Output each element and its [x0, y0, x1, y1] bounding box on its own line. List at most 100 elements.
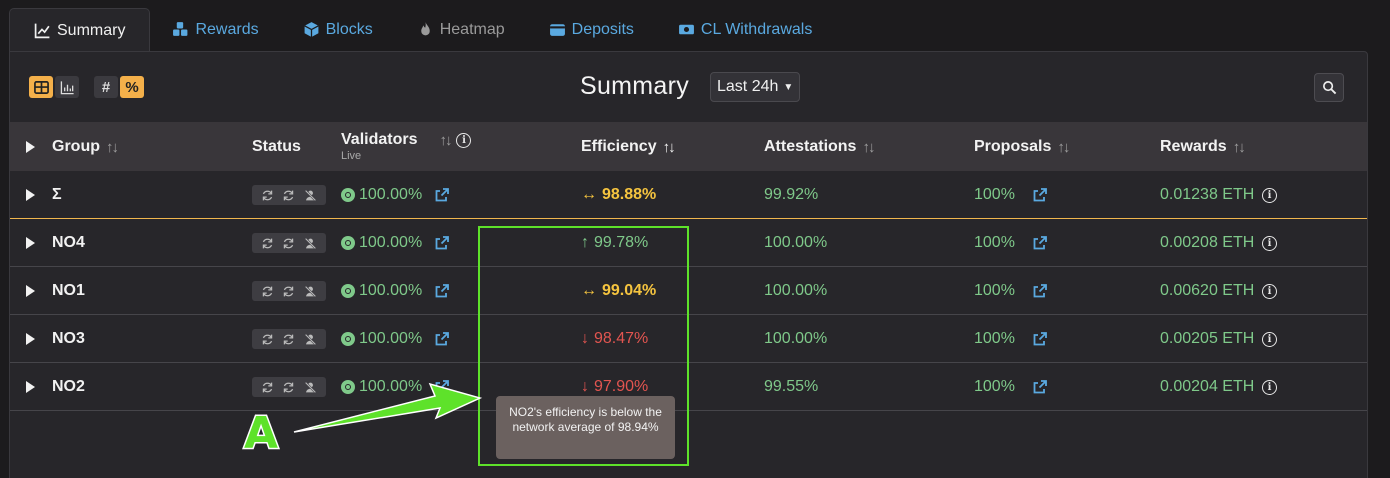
row-expand-toggle[interactable]: [26, 363, 36, 411]
chart-view-button[interactable]: [55, 76, 79, 98]
info-icon: i: [1262, 283, 1277, 299]
tab-cl-withdrawals[interactable]: CL Withdrawals: [656, 8, 834, 51]
status-badge: [252, 219, 326, 267]
rewards-info[interactable]: i: [1262, 363, 1277, 411]
column-attestations[interactable]: Attestations ↑↓: [764, 138, 875, 156]
validators-external-link[interactable]: [434, 267, 450, 315]
table-view-button[interactable]: [29, 76, 53, 98]
row-expand-toggle[interactable]: [26, 171, 36, 219]
group-name: NO4: [52, 234, 85, 251]
sort-icon: ↑↓: [439, 131, 452, 149]
proposals-external-link[interactable]: [1032, 171, 1048, 219]
proposals-value: 100%: [974, 330, 1015, 347]
efficiency-value[interactable]: ↔ 98.88%: [581, 171, 656, 219]
validators-external-link[interactable]: [434, 171, 450, 219]
proposals-external-link[interactable]: [1032, 267, 1048, 315]
efficiency-text: 98.88%: [602, 186, 657, 203]
validators-value: 100.00%: [359, 234, 423, 251]
column-rewards-label: Rewards: [1160, 138, 1227, 155]
sort-icon: ↑↓: [862, 138, 875, 156]
column-proposals[interactable]: Proposals ↑↓: [974, 138, 1070, 156]
external-link-icon: [1033, 332, 1047, 346]
info-icon: i: [1262, 379, 1277, 395]
sync-icon: [262, 238, 273, 248]
wallet-icon: [549, 24, 565, 36]
tab-heatmap[interactable]: Heatmap: [395, 8, 527, 51]
cube-icon: [303, 22, 319, 37]
rewards-info[interactable]: i: [1262, 171, 1277, 219]
validators-online: 100.00%: [341, 267, 422, 315]
validators-external-link[interactable]: [434, 315, 450, 363]
validators-online: 100.00%: [341, 171, 422, 219]
rewards-info[interactable]: i: [1262, 219, 1277, 267]
money-bill-icon: [678, 24, 694, 35]
rewards-value: 0.00208 ETH: [1160, 234, 1255, 251]
sync-icon: [284, 286, 294, 296]
rewards-info[interactable]: i: [1262, 267, 1277, 315]
column-attestations-label: Attestations: [764, 138, 857, 155]
validators-external-link[interactable]: [434, 219, 450, 267]
view-toggle: [29, 76, 79, 98]
row-expand-toggle[interactable]: [26, 219, 36, 267]
proposals-external-link[interactable]: [1032, 219, 1048, 267]
column-proposals-label: Proposals: [974, 138, 1052, 155]
sort-icon: ↑↓: [1232, 138, 1246, 156]
sync-icon: [262, 382, 273, 392]
validators-online: 100.00%: [341, 315, 422, 363]
annotation-arrow: [293, 382, 483, 433]
tab-heatmap-label: Heatmap: [439, 20, 505, 38]
external-link-icon: [1033, 236, 1047, 250]
info-icon: i: [1262, 235, 1277, 251]
external-link-icon: [435, 236, 449, 250]
proposals-external-link[interactable]: [1032, 315, 1048, 363]
row-expand-toggle[interactable]: [26, 267, 36, 315]
column-validators[interactable]: Validators ↑↓ i: [341, 131, 472, 149]
expand-triangle-icon: [26, 381, 35, 393]
caret-down-icon: ▼: [783, 81, 794, 93]
percent-unit-button[interactable]: %: [120, 76, 144, 98]
time-range-select[interactable]: Last 24h ▼: [710, 72, 801, 102]
external-link-icon: [1033, 188, 1047, 202]
chart-view-icon: [60, 80, 74, 94]
attestations-value: 100.00%: [764, 282, 828, 299]
expand-all-toggle[interactable]: [26, 122, 36, 171]
search-button[interactable]: [1314, 73, 1344, 102]
column-group[interactable]: Group ↑↓: [52, 138, 119, 156]
tab-summary[interactable]: Summary: [9, 8, 151, 52]
info-icon[interactable]: i: [456, 132, 472, 148]
column-efficiency-label: Efficiency: [581, 138, 657, 155]
power-icon: [341, 188, 355, 202]
tab-blocks[interactable]: Blocks: [281, 8, 395, 51]
table-row[interactable]: Σ 100.00% ↔ 98.88% 99.92% 100% 0.01238 E…: [10, 171, 1367, 219]
validators-live-label: Live: [341, 150, 362, 162]
rewards-value: 0.01238 ETH: [1160, 186, 1255, 203]
absolute-unit-button[interactable]: #: [94, 76, 118, 98]
group-name: Σ: [52, 186, 62, 203]
tab-deposits[interactable]: Deposits: [527, 8, 656, 51]
rewards-value: 0.00204 ETH: [1160, 378, 1255, 395]
attestations-value: 99.55%: [764, 378, 819, 395]
tab-blocks-label: Blocks: [325, 20, 373, 38]
proposals-value: 100%: [974, 378, 1015, 395]
proposals-external-link[interactable]: [1032, 363, 1048, 411]
user-slash-icon: [304, 285, 316, 297]
rewards-info[interactable]: i: [1262, 315, 1277, 363]
rewards-value: 0.00620 ETH: [1160, 282, 1255, 299]
expand-triangle-icon: [26, 189, 35, 201]
attestations-value: 100.00%: [764, 234, 828, 251]
annotation-marker: A: [242, 407, 279, 461]
column-efficiency[interactable]: Efficiency ↑↓: [581, 138, 676, 156]
column-status: Status: [252, 138, 301, 156]
time-range-value: Last 24h: [717, 78, 779, 95]
efficiency-tooltip: NO2's efficiency is below the network av…: [496, 396, 675, 459]
attestations-value: 99.92%: [764, 186, 819, 203]
trend-icon: ↔: [581, 186, 597, 203]
external-link-icon: [435, 284, 449, 298]
tab-rewards[interactable]: Rewards: [150, 8, 280, 51]
column-group-label: Group: [52, 138, 100, 155]
row-expand-toggle[interactable]: [26, 315, 36, 363]
tab-cl-withdrawals-label: CL Withdrawals: [700, 20, 813, 38]
external-link-icon: [435, 332, 449, 346]
column-rewards[interactable]: Rewards ↑↓: [1160, 138, 1246, 156]
status-badge: [252, 171, 326, 219]
